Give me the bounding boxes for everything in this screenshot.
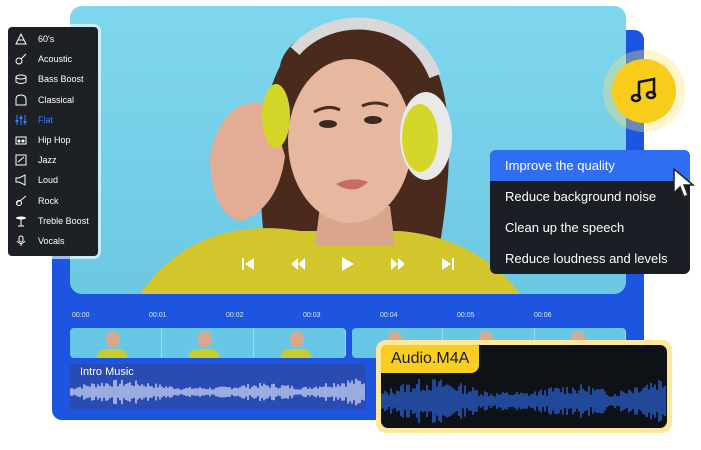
timeline-tick: 00:02 xyxy=(226,312,244,319)
cymbal-icon xyxy=(14,214,28,228)
fast-forward-icon xyxy=(391,258,405,270)
eq-item-label: Jazz xyxy=(38,155,57,166)
equalizer-preset-menu: 60's Acoustic Bass Boost Classical Flat … xyxy=(8,27,98,256)
piano-icon xyxy=(14,93,28,107)
clean-up-speech-option[interactable]: Clean up the speech xyxy=(490,212,690,243)
rewind-button[interactable] xyxy=(284,250,312,278)
eq-item-treble-boost[interactable]: Treble Boost xyxy=(8,211,98,231)
play-button[interactable] xyxy=(334,250,362,278)
boombox-icon xyxy=(14,133,28,147)
eq-item-hip-hop[interactable]: Hip Hop xyxy=(8,130,98,150)
cone-icon xyxy=(14,32,28,46)
reduce-background-noise-option[interactable]: Reduce background noise xyxy=(490,181,690,212)
megaphone-icon xyxy=(14,173,28,187)
eq-item-acoustic[interactable]: Acoustic xyxy=(8,49,98,69)
timeline-tick: 00:05 xyxy=(457,312,475,319)
skip-back-icon xyxy=(242,258,254,270)
video-clip-track[interactable] xyxy=(70,328,346,358)
timeline-tick: 00:01 xyxy=(149,312,167,319)
audio-file-card[interactable]: Audio.M4A xyxy=(376,340,672,433)
eq-item-label: Treble Boost xyxy=(38,215,89,226)
eq-item-60s[interactable]: 60's xyxy=(8,29,98,49)
timeline-tick: 00:04 xyxy=(380,312,398,319)
timeline-tick: 00:00 xyxy=(72,312,90,319)
score-icon xyxy=(14,153,28,167)
timeline-tick: 00:03 xyxy=(303,312,321,319)
microphone-icon xyxy=(14,234,28,248)
music-badge xyxy=(603,50,685,132)
play-icon xyxy=(342,257,354,271)
eq-item-label: 60's xyxy=(38,34,55,45)
audio-file-title: Audio.M4A xyxy=(381,345,480,373)
clip-thumbnail xyxy=(162,328,254,358)
timeline-ruler[interactable]: 00:00 00:01 00:02 00:03 00:04 00:05 00:0… xyxy=(70,310,626,324)
eq-item-flat[interactable]: Flat xyxy=(8,110,98,130)
intro-music-track[interactable]: Intro Music xyxy=(70,364,366,410)
skip-forward-button[interactable] xyxy=(434,250,462,278)
rewind-icon xyxy=(291,258,305,270)
eq-item-jazz[interactable]: Jazz xyxy=(8,150,98,170)
skip-forward-icon xyxy=(442,258,454,270)
music-note-icon xyxy=(630,77,657,103)
eq-item-rock[interactable]: Rock xyxy=(8,191,98,211)
fast-forward-button[interactable] xyxy=(384,250,412,278)
eq-item-label: Acoustic xyxy=(38,54,73,65)
eq-item-label: Loud xyxy=(38,175,59,186)
eq-item-label: Bass Boost xyxy=(38,74,84,85)
eq-item-label: Flat xyxy=(38,114,54,125)
clip-thumbnail xyxy=(70,328,162,358)
eq-item-label: Hip Hop xyxy=(38,135,71,146)
eq-item-label: Vocals xyxy=(38,235,65,246)
eq-item-loud[interactable]: Loud xyxy=(8,170,98,190)
equalizer-icon xyxy=(14,113,28,127)
skip-back-button[interactable] xyxy=(234,250,262,278)
clip-thumbnail xyxy=(254,328,346,358)
timeline-tick: 00:06 xyxy=(534,312,552,319)
guitar-icon xyxy=(14,52,28,66)
mouse-cursor-icon xyxy=(673,167,696,199)
audio-track-label: Intro Music xyxy=(78,366,136,378)
eq-item-vocals[interactable]: Vocals xyxy=(8,231,98,251)
electric-guitar-icon xyxy=(14,194,28,208)
drum-icon xyxy=(14,72,28,86)
eq-item-bass-boost[interactable]: Bass Boost xyxy=(8,69,98,89)
improve-quality-option[interactable]: Improve the quality xyxy=(490,150,690,181)
reduce-loudness-option[interactable]: Reduce loudness and levels xyxy=(490,243,690,274)
eq-item-classical[interactable]: Classical xyxy=(8,90,98,110)
audio-enhance-menu: Improve the quality Reduce background no… xyxy=(490,150,690,274)
eq-item-label: Rock xyxy=(38,195,59,206)
eq-item-label: Classical xyxy=(38,94,75,105)
